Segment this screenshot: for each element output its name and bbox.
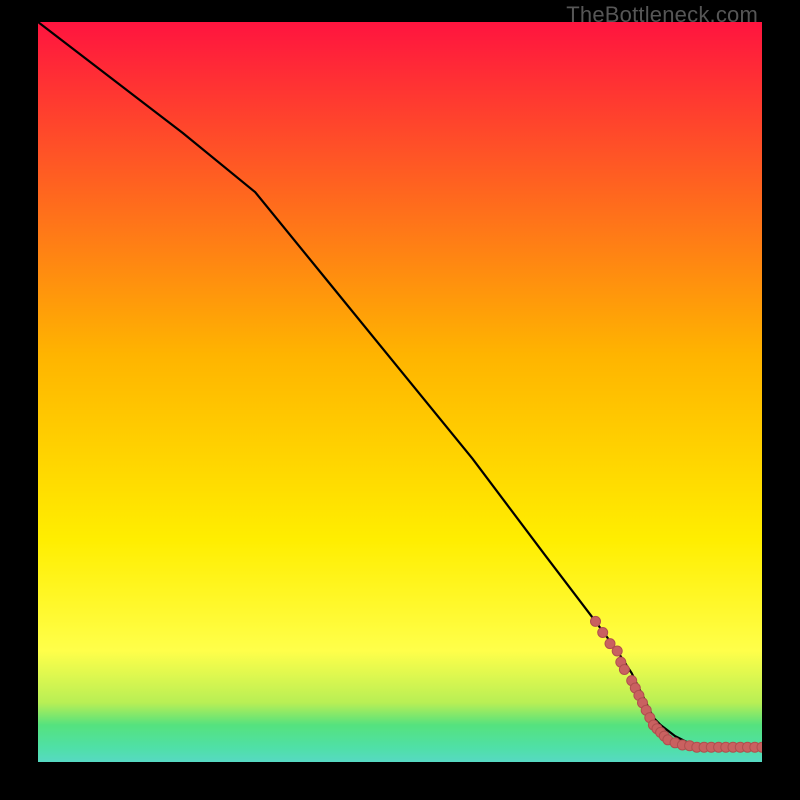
data-point	[598, 628, 608, 638]
data-point	[612, 646, 622, 656]
chart-canvas	[38, 22, 762, 762]
heatmap-background	[38, 22, 762, 762]
data-point	[591, 616, 601, 626]
data-point	[619, 665, 629, 675]
